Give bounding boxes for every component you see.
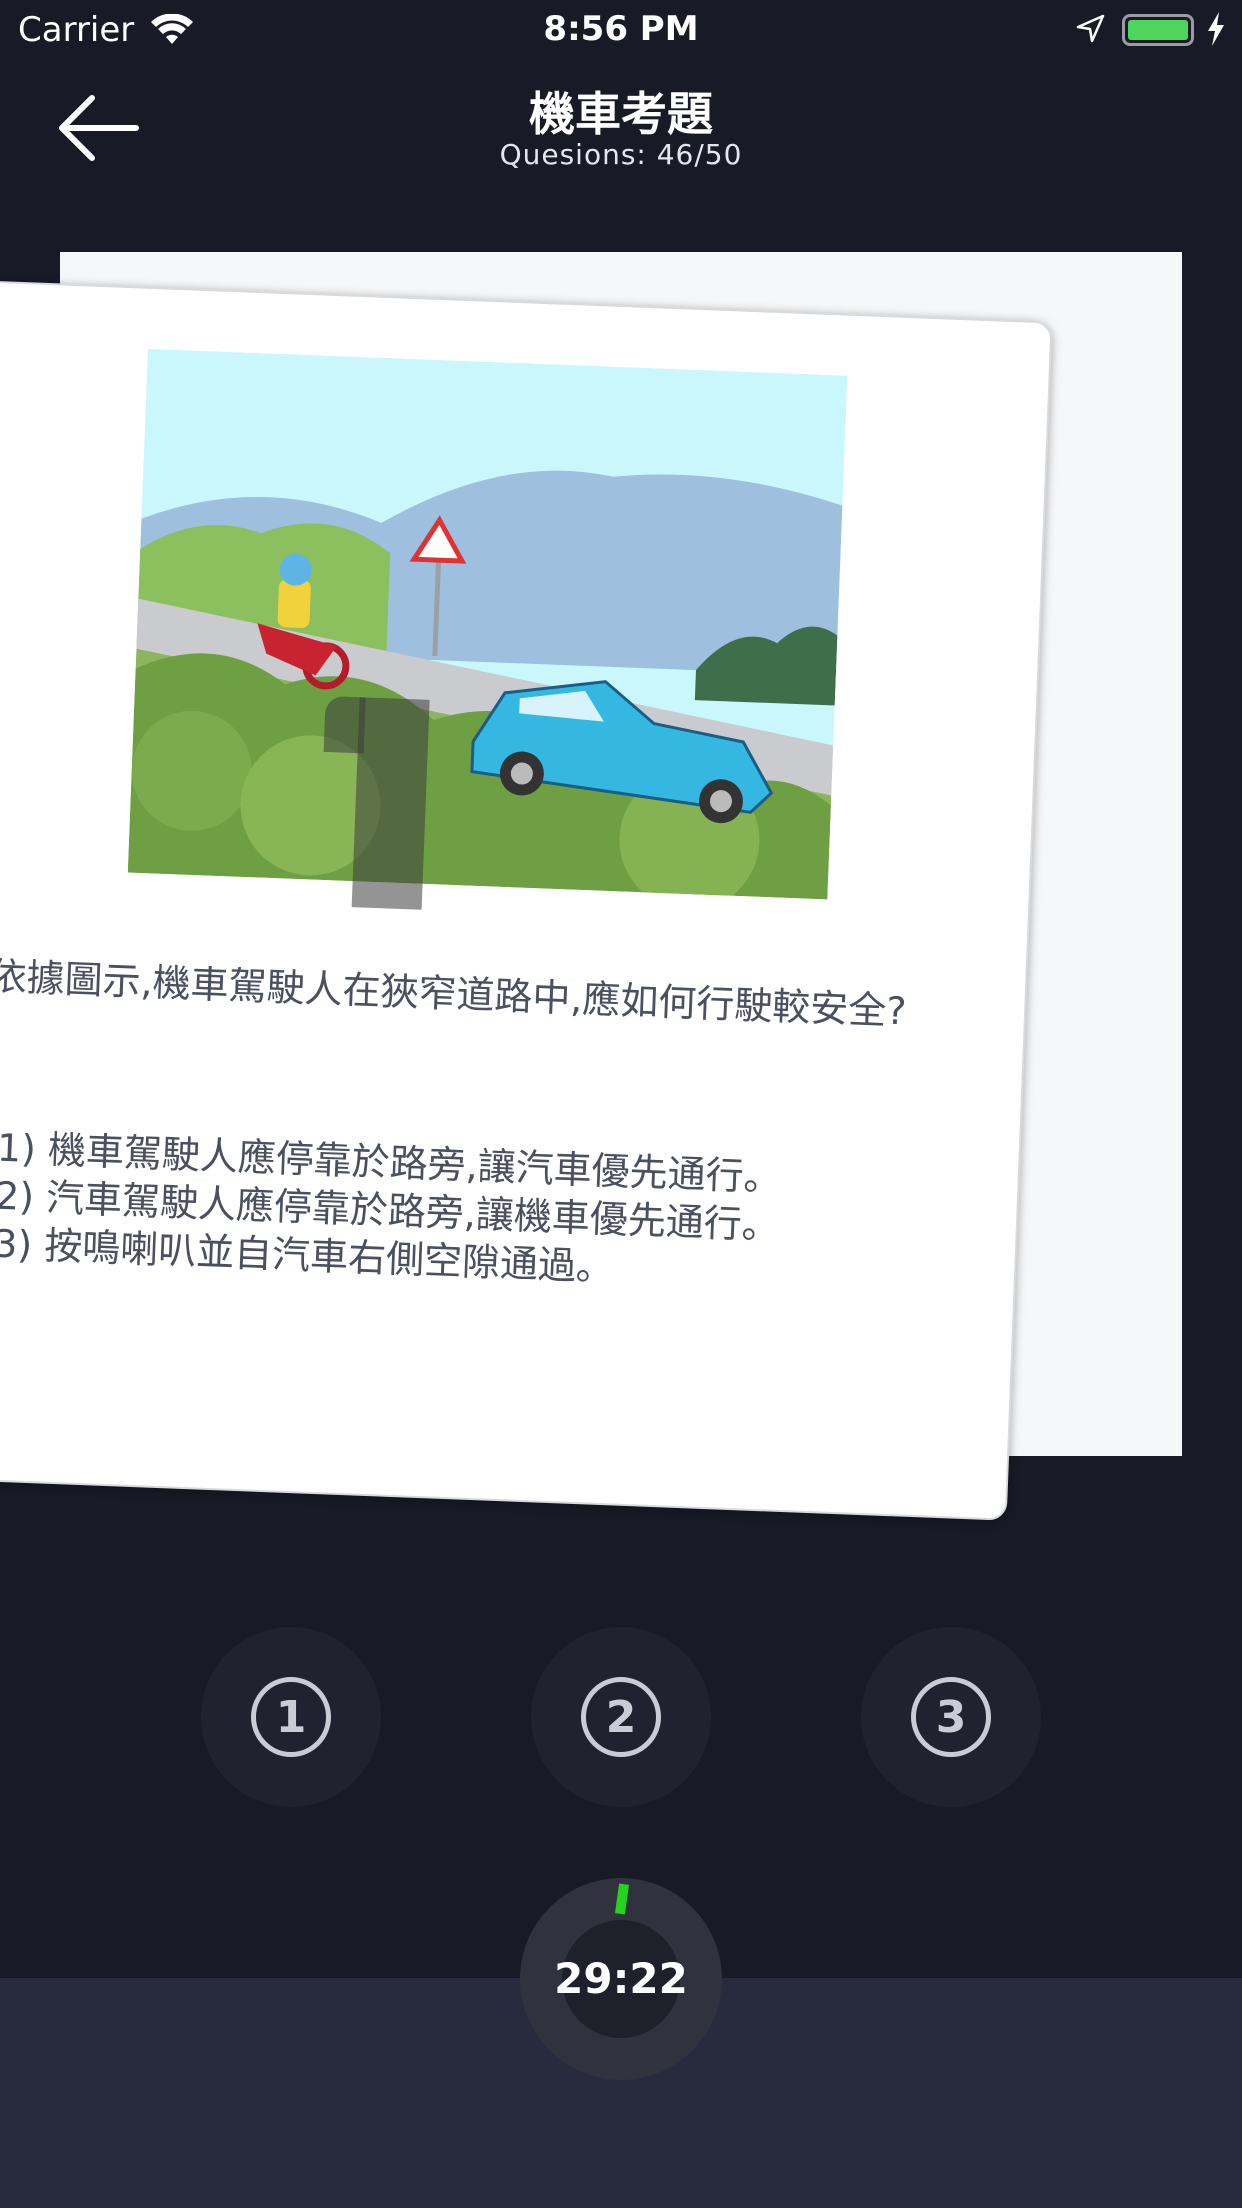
question-text: 依據圖示,機車駕駛人在狹窄道路中,應如何行駛較安全? bbox=[0, 954, 908, 1034]
answer-3-label: 3 bbox=[911, 1677, 991, 1757]
page-title: 機車考題 bbox=[529, 87, 713, 141]
countdown-timer: 29:22 bbox=[520, 1878, 722, 2080]
battery-icon bbox=[1122, 14, 1194, 46]
status-time: 8:56 PM bbox=[543, 9, 699, 49]
answer-2-label: 2 bbox=[581, 1677, 661, 1757]
question-counter: Quesions: 46/50 bbox=[499, 138, 743, 171]
road-scene-illustration bbox=[127, 348, 848, 900]
question-number-watermark bbox=[351, 697, 430, 910]
options-list: (1) 機車駕駛人應停靠於路旁,讓汽車優先通行。 (2) 汽車駕駛人應停靠於路旁… bbox=[0, 1123, 942, 1304]
question-card[interactable]: 依據圖示,機車駕駛人在狹窄道路中,應如何行駛較安全? (1) 機車駕駛人應停靠於… bbox=[0, 279, 1053, 1521]
charging-bolt-icon bbox=[1208, 12, 1224, 46]
status-bar: Carrier 8:56 PM bbox=[0, 0, 1242, 62]
answer-button-1[interactable]: 1 bbox=[201, 1627, 381, 1807]
location-arrow-icon bbox=[1076, 14, 1105, 43]
answer-1-label: 1 bbox=[251, 1677, 331, 1757]
answer-button-3[interactable]: 3 bbox=[861, 1627, 1041, 1807]
answer-button-2[interactable]: 2 bbox=[531, 1627, 711, 1807]
timer-text: 29:22 bbox=[554, 1954, 688, 2003]
